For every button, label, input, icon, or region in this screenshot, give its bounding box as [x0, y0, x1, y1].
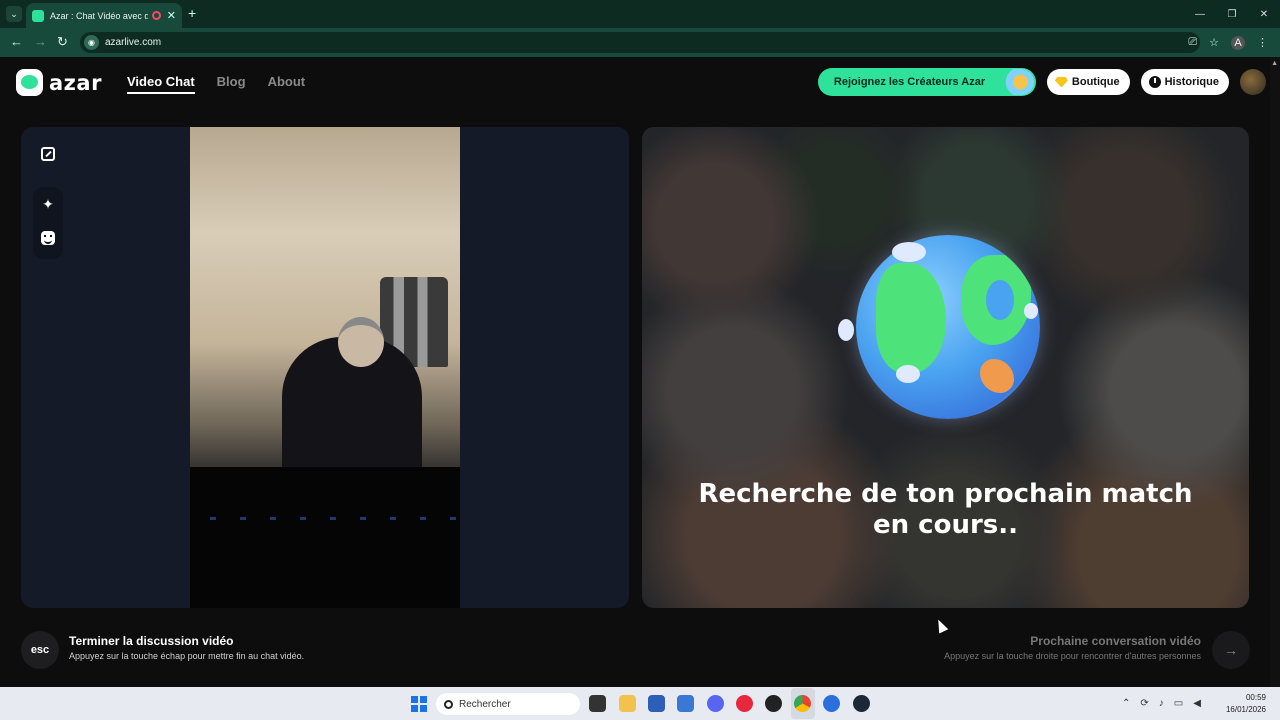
globe-land — [980, 359, 1014, 393]
toolbar-actions: ⎚ ☆ A ⋮ — [1188, 28, 1280, 57]
chrome-icon[interactable] — [794, 695, 811, 712]
magic-wand-icon: ✦ — [42, 195, 54, 212]
task-view-icon[interactable] — [589, 695, 606, 712]
window-controls: — ❐ ✕ — [1184, 0, 1280, 28]
azar-page: azar Video Chat Blog About Rejoignez les… — [0, 57, 1280, 687]
cloud-icon — [838, 319, 854, 341]
end-chat-hint: Appuyez sur la touche échap pour mettre … — [69, 651, 305, 661]
user-head — [338, 317, 384, 367]
window-close-button[interactable]: ✕ — [1248, 0, 1280, 28]
windows-start-icon[interactable] — [411, 696, 427, 712]
end-chat-esc-button[interactable]: esc — [21, 631, 59, 669]
sync-icon[interactable]: ⟳ — [1140, 698, 1148, 709]
cloud-icon — [1024, 303, 1038, 319]
store-icon[interactable] — [648, 695, 665, 712]
maximize-button[interactable]: ❐ — [1216, 0, 1248, 28]
azar-logo[interactable]: azar — [16, 69, 102, 96]
cloud-icon — [892, 242, 926, 262]
nav-blog[interactable]: Blog — [217, 74, 246, 94]
system-tray: ⌃ ⟳ ♪ ▭ ◀ — [1122, 687, 1201, 720]
mouse-cursor — [933, 617, 949, 634]
header-actions: Rejoignez les Créateurs Azar Boutique Hi… — [817, 68, 1266, 96]
globe-lake — [986, 280, 1014, 320]
page-scrollbar[interactable] — [1270, 57, 1280, 687]
led-strip — [210, 517, 460, 520]
fullscreen-button[interactable] — [33, 139, 63, 169]
clock-date: 16/01/2026 — [1225, 705, 1266, 714]
creators-illustration-icon — [999, 69, 1034, 95]
next-chat-hint: Appuyez sur la touche droite pour rencon… — [944, 651, 1201, 661]
nav-about[interactable]: About — [268, 74, 306, 94]
self-video-panel: ✦ — [21, 127, 629, 608]
tab-close-icon[interactable]: ✕ — [167, 9, 176, 22]
url-text[interactable]: azarlive.com — [105, 37, 161, 48]
diamond-icon — [1054, 76, 1068, 88]
filters-button[interactable]: ✦ — [33, 189, 63, 219]
effects-group: ✦ — [33, 187, 63, 259]
mail-icon[interactable] — [677, 695, 694, 712]
end-chat-title: Terminer la discussion vidéo — [69, 634, 234, 648]
reload-button[interactable]: ↻ — [57, 34, 68, 50]
site-info-icon[interactable]: ◉ — [84, 35, 99, 50]
tray-overflow-icon[interactable]: ⌃ — [1122, 698, 1130, 709]
profile-avatar[interactable]: A — [1231, 35, 1245, 50]
searching-status-text: Recherche de ton prochain match en cours… — [698, 479, 1193, 540]
user-avatar[interactable] — [1240, 69, 1266, 95]
file-explorer-icon[interactable] — [619, 695, 636, 712]
globe-illustration-icon — [856, 235, 1040, 419]
steam-icon[interactable] — [853, 695, 870, 712]
browser-menu-icon[interactable]: ⋮ — [1257, 36, 1268, 49]
opera-icon[interactable] — [736, 695, 753, 712]
join-creators-label: Rejoignez les Créateurs Azar — [833, 76, 986, 88]
bookmark-star-icon[interactable]: ☆ — [1209, 36, 1219, 49]
clock-icon — [1148, 76, 1161, 88]
video-tools: ✦ — [33, 139, 63, 259]
back-button[interactable]: ← — [10, 34, 23, 49]
search-icon — [444, 699, 453, 709]
logo-text: azar — [49, 70, 102, 95]
desk — [190, 467, 460, 608]
taskbar-clock[interactable]: 00:59 16/01/2026 — [1226, 692, 1266, 716]
windows-taskbar: Rechercher ⌃ ⟳ ♪ ▭ ◀ 00:59 16/01/2026 — [0, 687, 1280, 720]
history-button[interactable]: Historique — [1140, 69, 1229, 95]
recording-indicator-icon — [151, 11, 161, 20]
app-icon[interactable] — [823, 695, 840, 712]
omnibox[interactable]: ◉ azarlive.com — [80, 32, 1200, 53]
volume-icon[interactable]: ◀ — [1193, 698, 1201, 709]
main-nav: Video Chat Blog About — [127, 74, 305, 94]
cloud-icon — [896, 365, 920, 383]
expand-icon — [41, 147, 55, 161]
history-label: Historique — [1164, 76, 1219, 88]
microphone-icon[interactable]: ♪ — [1159, 698, 1164, 709]
address-toolbar: ← → ↻ ◉ azarlive.com ⎚ ☆ A ⋮ — [0, 28, 1280, 57]
cast-icon[interactable]: ⎚ — [1188, 36, 1197, 49]
nav-video-chat[interactable]: Video Chat — [127, 74, 195, 94]
shop-button[interactable]: Boutique — [1046, 69, 1130, 95]
match-video-panel: Recherche de ton prochain match en cours… — [642, 127, 1249, 608]
clock-time: 00:59 — [1245, 693, 1266, 702]
scroll-up-icon[interactable]: ▲ — [1271, 60, 1278, 67]
taskbar-search-placeholder: Rechercher — [459, 698, 511, 710]
join-creators-button[interactable]: Rejoignez les Créateurs Azar — [817, 68, 1036, 96]
azar-logo-icon — [16, 69, 43, 96]
minimize-button[interactable]: — — [1184, 0, 1216, 28]
discord-icon[interactable] — [707, 695, 724, 712]
shop-label: Boutique — [1071, 76, 1120, 88]
taskbar-search-box[interactable]: Rechercher — [436, 693, 580, 715]
browser-tab[interactable]: Azar : Chat Vidéo avec de n ✕ — [26, 3, 182, 28]
azar-favicon-icon — [32, 9, 44, 22]
masks-button[interactable] — [33, 223, 63, 253]
globe-land — [876, 263, 946, 373]
network-icon[interactable]: ▭ — [1174, 698, 1183, 709]
forward-button[interactable]: → — [34, 34, 47, 49]
browser-tab-bar: ⌄ Azar : Chat Vidéo avec de n ✕ + — ❐ ✕ — [0, 0, 1280, 28]
smiley-face-icon — [41, 231, 55, 245]
next-chat-title: Prochaine conversation vidéo — [1030, 634, 1201, 648]
next-chat-arrow-button[interactable]: → — [1212, 631, 1250, 669]
app-icon[interactable] — [765, 695, 782, 712]
self-camera-feed — [190, 127, 460, 608]
tab-title: Azar : Chat Vidéo avec de n — [50, 10, 148, 21]
tab-search-button[interactable]: ⌄ — [6, 6, 22, 22]
new-tab-button[interactable]: + — [188, 5, 196, 21]
